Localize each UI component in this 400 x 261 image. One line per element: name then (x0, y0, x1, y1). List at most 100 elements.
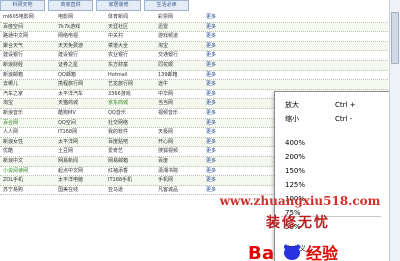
site-link[interactable]: 体育新闻 (108, 13, 153, 22)
menu-item-zoom[interactable]: 放大 Ctrl + (275, 98, 390, 112)
site-link[interactable]: 优酷 (3, 147, 53, 156)
site-link[interactable]: 百度空间 (3, 23, 53, 32)
site-link[interactable]: 电影网 (58, 13, 103, 22)
site-link[interactable]: 淘宝 (3, 99, 53, 108)
more-link[interactable]: 更多 (206, 80, 216, 89)
site-link[interactable]: 小说阅读网 (3, 167, 53, 176)
site-link[interactable]: 迅雷 (158, 23, 198, 32)
site-link[interactable]: 网易邮箱 (108, 157, 153, 166)
site-link[interactable]: IT168网 (58, 128, 103, 137)
site-link[interactable]: 途牛 (158, 80, 198, 89)
more-link[interactable]: 更多 (206, 147, 216, 156)
site-link[interactable]: 视频音乐 (158, 109, 198, 118)
site-link[interactable]: 中华网 (158, 90, 198, 99)
site-link[interactable]: 东方财富 (108, 61, 153, 70)
site-link[interactable]: 潇湘书院 (158, 167, 198, 176)
more-link[interactable]: 更多 (206, 32, 216, 41)
more-link[interactable]: 更多 (206, 51, 216, 60)
more-link[interactable]: 更多 (206, 71, 216, 80)
site-link[interactable]: IT168手机 (108, 176, 153, 185)
site-link[interactable]: 百合网 (3, 119, 53, 128)
site-link[interactable]: 亚马逊 (108, 186, 153, 195)
site-link[interactable]: 百度贴吧 (108, 138, 153, 147)
site-link[interactable]: 苏宁易购 (3, 186, 53, 195)
tab-1[interactable]: 商家直供 (48, 0, 93, 11)
menu-item-zoom[interactable]: 200% (275, 150, 390, 164)
more-link[interactable]: 更多 (206, 157, 216, 166)
site-link[interactable]: 社交网络 (108, 119, 153, 128)
site-link[interactable]: 艺龙旅行网 (108, 80, 153, 89)
site-link[interactable]: 太平洋网 (58, 138, 103, 147)
site-link[interactable]: 红袖添香 (108, 167, 153, 176)
site-link[interactable]: 建设银行 (58, 51, 103, 60)
more-link[interactable]: 更多 (206, 61, 216, 70)
site-link[interactable]: 菜谱大全 (108, 42, 153, 51)
site-link[interactable]: 新浪音乐 (3, 109, 53, 118)
site-link[interactable]: 人人网 (3, 128, 53, 137)
site-link[interactable]: 彩票网 (158, 13, 198, 22)
site-link[interactable]: 农业银行 (108, 51, 153, 60)
site-link[interactable]: QQ邮箱 (58, 71, 103, 80)
site-link[interactable]: Hotmail (108, 71, 153, 80)
menu-item-zoom[interactable]: 400% (275, 136, 390, 150)
more-link[interactable]: 更多 (206, 109, 216, 118)
site-link[interactable]: 7k7k游戏 (58, 23, 103, 32)
site-link[interactable]: 国美在线 (58, 186, 103, 195)
site-link[interactable]: 京东商城 (108, 99, 153, 108)
menu-item-zoom[interactable]: 缩小 Ctrl - (275, 112, 390, 126)
site-link[interactable]: 同花顺 (158, 61, 198, 70)
site-link[interactable]: 酷狗MV (58, 109, 103, 118)
site-link[interactable]: 百度 (158, 157, 198, 166)
site-link[interactable]: 新浪女性 (3, 138, 53, 147)
site-link[interactable]: 太平洋汽车 (58, 90, 103, 99)
menu-item-zoom[interactable]: 150% (275, 164, 390, 178)
site-link[interactable]: QQ音乐 (108, 109, 153, 118)
more-link[interactable]: 更多 (206, 176, 216, 185)
more-link[interactable]: 更多 (206, 42, 216, 51)
site-link[interactable]: 搜狐视频 (158, 147, 198, 156)
site-link[interactable]: 3366游戏 (108, 90, 153, 99)
more-link[interactable]: 更多 (206, 13, 216, 22)
site-link[interactable]: 当当网 (158, 99, 198, 108)
site-link[interactable]: 139邮箱 (158, 71, 198, 80)
site-link[interactable]: 我的软件 (108, 128, 153, 137)
more-link[interactable]: 更多 (206, 128, 216, 137)
site-link[interactable]: 中关村 (108, 32, 153, 41)
tab-3[interactable]: 生活必读 (144, 0, 189, 11)
site-link[interactable]: 聚合天气 (3, 42, 53, 51)
site-link[interactable]: 路通中文网 (3, 32, 53, 41)
site-link[interactable]: 淘宝 (158, 42, 198, 51)
site-link[interactable]: 网络电视 (58, 32, 103, 41)
site-link[interactable]: 汽车之家 (3, 90, 53, 99)
more-link[interactable]: 更多 (206, 167, 216, 176)
site-link[interactable]: 开心网 (158, 138, 198, 147)
site-link[interactable]: 新浪财经 (3, 61, 53, 70)
site-link[interactable]: 去哪儿 (3, 80, 53, 89)
site-link[interactable]: QQ空间 (58, 119, 103, 128)
site-link[interactable]: 太平洋电脑 (58, 176, 103, 185)
site-link[interactable]: mi605电影网 (3, 13, 53, 22)
tab-0[interactable]: 科研天地 (0, 0, 45, 11)
site-link[interactable]: 天涯社区 (108, 23, 153, 32)
site-link[interactable]: 新浪邮箱 (3, 71, 53, 80)
site-link[interactable]: 天极网 (158, 128, 198, 137)
site-link[interactable]: 天猫商城 (58, 99, 103, 108)
more-link[interactable]: 更多 (206, 99, 216, 108)
site-link[interactable]: 凡客诚品 (158, 186, 198, 195)
more-link[interactable]: 更多 (206, 119, 216, 128)
site-link[interactable]: 证券之星 (58, 61, 103, 70)
site-link[interactable]: 天天免费游 (58, 42, 103, 51)
tab-2[interactable]: 家居装修 (96, 0, 141, 11)
site-link[interactable]: 游戏频道 (158, 32, 198, 41)
more-link[interactable]: 更多 (206, 23, 216, 32)
site-link[interactable]: 交通银行 (158, 51, 198, 60)
site-link[interactable]: ZOL手机 (3, 176, 53, 185)
site-link[interactable]: 手机网 (158, 176, 198, 185)
site-link[interactable]: 起点中文网 (58, 167, 103, 176)
site-link[interactable]: 携程旅行网 (58, 80, 103, 89)
site-link[interactable]: 网易新闻 (58, 157, 103, 166)
site-link[interactable]: 爱奇艺 (108, 147, 153, 156)
scrollbar-thumb[interactable] (391, 12, 399, 64)
more-link[interactable]: 更多 (206, 90, 216, 99)
vertical-scrollbar[interactable] (389, 0, 400, 261)
